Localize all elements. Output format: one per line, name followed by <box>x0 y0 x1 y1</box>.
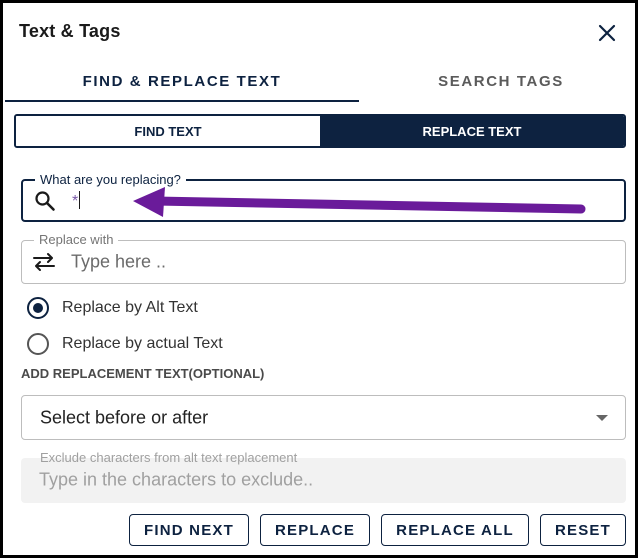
replace-all-button[interactable]: REPLACE ALL <box>381 514 529 546</box>
dropdown-arrow-icon[interactable] <box>596 415 608 421</box>
select-value: Select before or after <box>40 407 209 427</box>
exclude-characters-field: Exclude characters from alt text replace… <box>21 450 626 503</box>
text-caret <box>79 190 81 209</box>
replace-text-toggle[interactable]: REPLACE TEXT <box>320 116 624 146</box>
radio-label: Replace by Alt Text <box>62 299 198 316</box>
exclude-field-legend: Exclude characters from alt text replace… <box>40 450 298 465</box>
search-icon <box>35 190 55 211</box>
radio-replace-alt-text[interactable]: Replace by Alt Text <box>27 297 198 319</box>
exclude-input: Type in the characters to exclude.. <box>39 469 314 490</box>
replace-field-legend: Replace with <box>34 232 119 248</box>
optional-section-label: ADD REPLACEMENT TEXT(OPTIONAL) <box>21 366 265 381</box>
radio-replace-actual-text[interactable]: Replace by actual Text <box>27 333 223 355</box>
replace-button[interactable]: REPLACE <box>260 514 370 546</box>
active-tab-indicator <box>5 100 359 102</box>
find-text-toggle[interactable]: FIND TEXT <box>16 116 320 146</box>
radio-button-checked[interactable] <box>27 297 49 319</box>
mode-toggle: FIND TEXT REPLACE TEXT <box>14 114 626 148</box>
swap-arrows-icon <box>33 253 55 271</box>
replace-input[interactable]: Type here .. <box>71 252 166 273</box>
reset-button[interactable]: RESET <box>540 514 626 546</box>
replace-with-field[interactable]: Replace with Type here .. <box>21 232 626 284</box>
close-icon[interactable] <box>596 22 618 44</box>
find-field-legend: What are you replacing? <box>35 172 186 188</box>
tab-search-tags[interactable]: SEARCH TAGS <box>361 59 638 103</box>
find-input[interactable]: * <box>72 190 81 211</box>
radio-button[interactable] <box>27 333 49 355</box>
find-text-field[interactable]: What are you replacing? * <box>21 172 626 222</box>
panel-title: Text & Tags <box>19 21 121 41</box>
find-next-button[interactable]: FIND NEXT <box>129 514 249 546</box>
tab-find-replace-text[interactable]: FIND & REPLACE TEXT <box>5 59 359 103</box>
text-tags-panel: Text & Tags FIND & REPLACE TEXT SEARCH T… <box>0 0 638 558</box>
before-after-select[interactable]: Select before or after <box>21 395 626 440</box>
radio-label: Replace by actual Text <box>62 335 223 352</box>
